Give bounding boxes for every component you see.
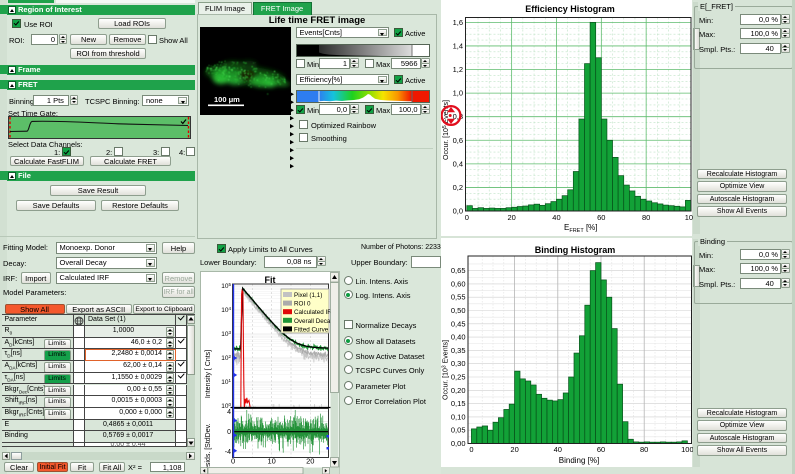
svg-text:Calculated IRF: Calculated IRF (294, 309, 336, 316)
svg-text:0,25: 0,25 (451, 373, 466, 382)
svg-text:80: 80 (640, 445, 648, 454)
svg-text:40: 40 (554, 445, 562, 454)
svg-text:20: 20 (306, 457, 314, 466)
svg-text:Binding Histogram: Binding Histogram (535, 245, 616, 255)
svg-text:1,6: 1,6 (453, 18, 463, 27)
svg-text:60: 60 (597, 213, 605, 222)
svg-text:0,45: 0,45 (451, 319, 466, 328)
svg-text:0,20: 0,20 (451, 386, 466, 395)
svg-text:Binding [%]: Binding [%] (559, 456, 599, 465)
svg-text:4: 4 (227, 409, 231, 416)
svg-text:100 μm: 100 μm (214, 95, 240, 104)
svg-text:102: 102 (221, 354, 231, 362)
svg-text:0,55: 0,55 (451, 293, 466, 302)
svg-text:80: 80 (642, 213, 650, 222)
svg-text:0,00: 0,00 (451, 439, 466, 448)
svg-text:105: 105 (221, 282, 231, 290)
svg-text:1,0: 1,0 (453, 89, 463, 98)
svg-text:Efficiency Histogram: Efficiency Histogram (525, 4, 615, 14)
svg-text:0: 0 (469, 445, 473, 454)
svg-text:10: 10 (267, 457, 275, 466)
svg-text:0: 0 (231, 457, 235, 466)
svg-text:ROI 0: ROI 0 (294, 301, 311, 308)
svg-text:20: 20 (510, 445, 518, 454)
svg-text:0,0: 0,0 (453, 207, 463, 216)
svg-text:Pixel (1,1): Pixel (1,1) (294, 292, 322, 299)
svg-text:60: 60 (597, 445, 605, 454)
svg-text:Intensity [ Cnts]: Intensity [ Cnts] (205, 350, 212, 398)
svg-text:Occur. [103 Events]: Occur. [103 Events] (442, 340, 450, 400)
svg-text:40: 40 (552, 213, 560, 222)
svg-text:0,60: 0,60 (451, 279, 466, 288)
svg-text:101: 101 (221, 378, 231, 386)
svg-text:104: 104 (221, 306, 231, 314)
svg-text:0,40: 0,40 (451, 333, 466, 342)
svg-text:0,10: 0,10 (451, 412, 466, 421)
svg-text:0,30: 0,30 (451, 359, 466, 368)
svg-text:0,05: 0,05 (451, 426, 466, 435)
svg-text:esids. [StdDev.: esids. [StdDev. (205, 423, 212, 470)
svg-text:1,2: 1,2 (453, 65, 463, 74)
svg-text:0,4: 0,4 (453, 159, 463, 168)
svg-text:EFRET [%]: EFRET [%] (564, 223, 598, 234)
svg-text:Fit: Fit (264, 275, 275, 285)
svg-text:0,6: 0,6 (453, 136, 463, 145)
svg-text:103: 103 (221, 330, 231, 338)
svg-text:0,50: 0,50 (451, 306, 466, 315)
svg-text:0: 0 (465, 213, 469, 222)
svg-text:20: 20 (507, 213, 515, 222)
svg-text:0,2: 0,2 (453, 183, 463, 192)
svg-text:0,35: 0,35 (451, 346, 466, 355)
svg-text:Overall Decay: Overall Decay (294, 318, 334, 325)
svg-text:0,15: 0,15 (451, 399, 466, 408)
svg-text:Fitted Curve: Fitted Curve (294, 326, 329, 333)
svg-text:-4: -4 (224, 449, 230, 456)
svg-text:0: 0 (227, 429, 231, 436)
svg-text:0,65: 0,65 (451, 266, 466, 275)
svg-text:1,4: 1,4 (453, 41, 463, 50)
